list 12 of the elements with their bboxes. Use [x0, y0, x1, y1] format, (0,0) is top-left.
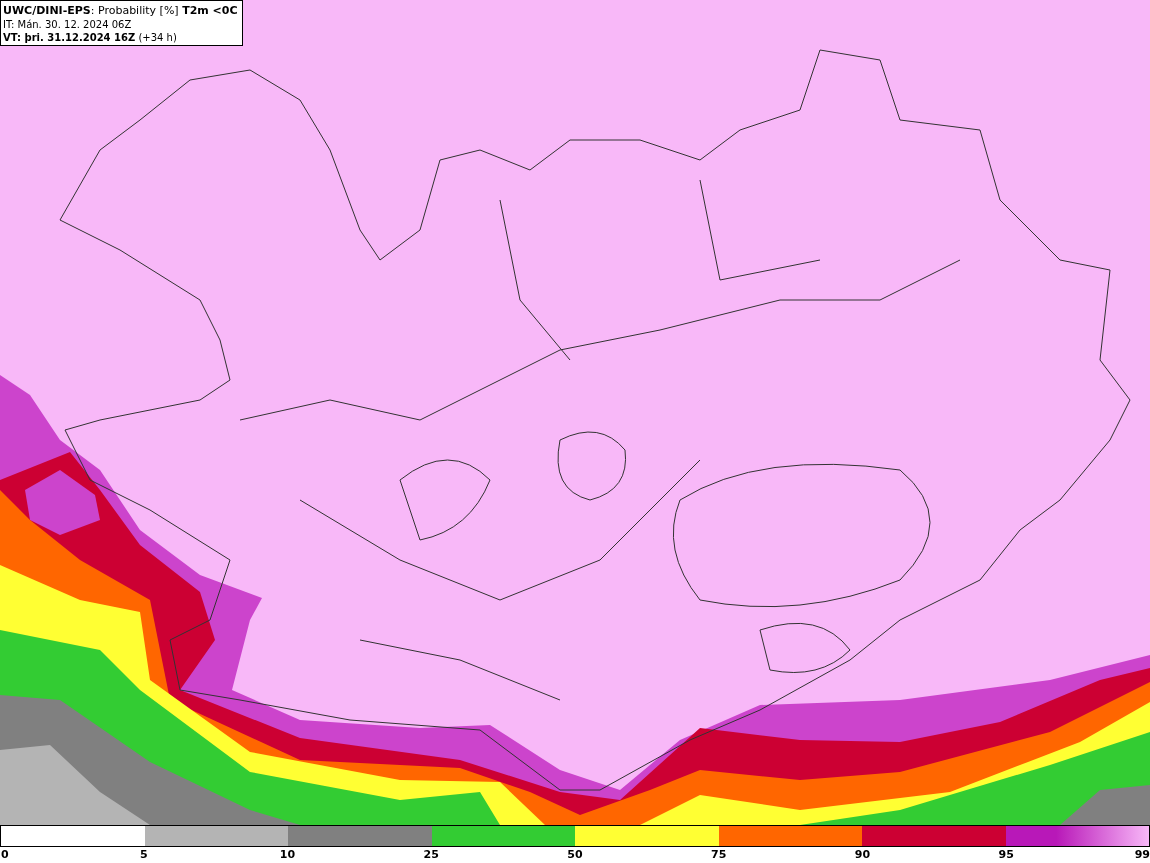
scale-label: 75 — [711, 848, 727, 861]
scale-label: 25 — [423, 848, 439, 861]
title-line: UWC/DINI-EPS: Probability [%] T2m <0C — [3, 3, 238, 18]
scale-label: 90 — [854, 848, 871, 861]
scale-label: 10 — [279, 848, 296, 861]
title-line: VT: þri. 31.12.2024 16Z (+34 h) — [3, 31, 178, 44]
scale-label: 99 — [1134, 848, 1150, 861]
title-line: IT: Mán. 30. 12. 2024 06Z — [3, 18, 133, 31]
scale-label: 0 — [1, 848, 9, 861]
scale-label: 5 — [139, 848, 148, 861]
scale-label: 95 — [998, 848, 1014, 861]
scale-label: 50 — [567, 848, 583, 861]
